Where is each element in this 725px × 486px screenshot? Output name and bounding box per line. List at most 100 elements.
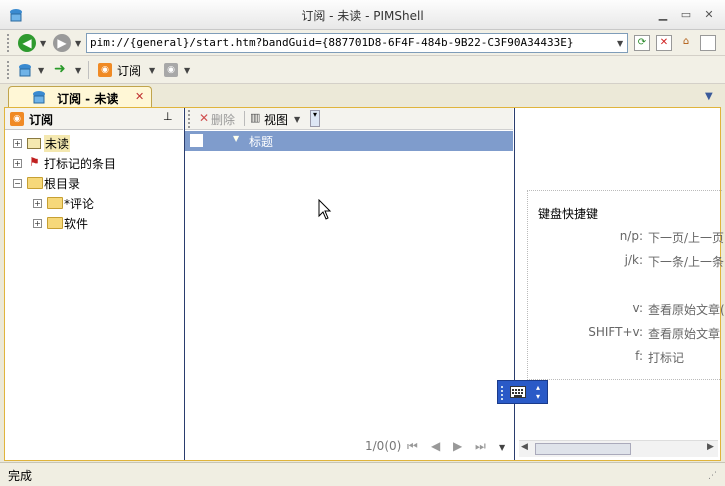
mouse-cursor-icon (318, 198, 332, 224)
scrollbar-thumb[interactable] (535, 443, 631, 455)
expand-icon[interactable]: + (13, 139, 22, 148)
select-all-checkbox[interactable] (190, 134, 203, 147)
list-header: ▼ 标题 (185, 131, 513, 151)
window-title: 订阅 - 未读 - PIMShell (301, 9, 424, 23)
title-bar: 订阅 - 未读 - PIMShell ▁ ▭ ✕ (0, 0, 725, 30)
forward-dropdown-icon[interactable]: ▼ (75, 39, 81, 48)
next-page-icon[interactable]: ▶ (453, 439, 462, 453)
preview-pane: 键盘快捷键 n/p: 下一页/上一页 j/k: 下一条/上一条 v: 查看原始文… (515, 108, 725, 460)
status-bar: 完成 ⋰ (0, 462, 725, 486)
folder-icon (47, 217, 63, 229)
pager: 1/0(0) ⏮ ◀ ▶ ⏭ ▼ (365, 437, 515, 457)
delete-button[interactable]: 删除 (211, 111, 235, 128)
last-page-icon[interactable]: ⏭ (475, 439, 486, 454)
toolbar-separator (88, 61, 89, 79)
expand-icon[interactable]: + (33, 219, 42, 228)
stop-icon[interactable]: ✕ (656, 35, 672, 51)
back-icon[interactable]: ◀ (18, 34, 36, 52)
prev-page-icon[interactable]: ◀ (431, 439, 440, 453)
tree-item-label: *评论 (64, 197, 95, 211)
content-panel: ◉ 订阅 ⊥ + 未读 + ⚑ 打标记的条目 − 根目录 + *评论 + 软件 (4, 107, 725, 461)
status-text: 完成 (8, 469, 33, 483)
rss-disabled-icon[interactable]: ◉ (164, 63, 178, 77)
shortcut-desc: 查看原始文章(在后 (648, 303, 725, 317)
shortcut-desc: 下一页/上一页 (648, 231, 725, 245)
resize-grip-icon[interactable]: ⋰ (708, 471, 717, 481)
address-input[interactable]: pim://{general}/start.htm?bandGuid={8877… (86, 33, 628, 53)
delete-icon[interactable]: ✕ (199, 111, 209, 125)
rss-icon: ◉ (10, 112, 24, 126)
close-window-button[interactable]: ✕ (702, 8, 716, 22)
toolbar-grip[interactable] (7, 34, 10, 52)
scroll-left-icon[interactable]: ◀ (521, 442, 528, 452)
address-dropdown-icon[interactable]: ▼ (617, 39, 623, 48)
shortcut-desc: 下一条/上一条 (648, 255, 725, 269)
tree-pane-title: 订阅 (29, 113, 54, 127)
shortcuts-box: 键盘快捷键 n/p: 下一页/上一页 j/k: 下一条/上一条 v: 查看原始文… (527, 190, 725, 380)
forward-icon[interactable]: ▶ (53, 34, 71, 52)
toolbar-overflow-icon[interactable]: ▾ (310, 110, 320, 127)
envelope-icon (27, 138, 41, 149)
sort-icon: ▼ (233, 134, 240, 143)
pager-status: 1/0(0) (365, 439, 402, 453)
shortcuts-heading: 键盘快捷键 (538, 207, 599, 221)
column-title-header[interactable]: 标题 (249, 133, 273, 150)
floating-keyboard-widget[interactable]: ▴ ▾ (497, 380, 548, 404)
widget-grip[interactable] (501, 386, 504, 400)
maximize-button[interactable]: ▭ (679, 8, 693, 22)
horizontal-scrollbar[interactable]: ◀ ▶ (519, 440, 718, 457)
item-list-pane: ✕ 删除 ▥ 视图 ▼ ▾ ▼ 标题 (185, 108, 515, 460)
pim-icon[interactable] (17, 62, 33, 78)
rss-icon[interactable]: ◉ (98, 63, 112, 77)
tree-item-label: 未读 (44, 135, 71, 152)
toolbar-grip[interactable] (7, 61, 10, 79)
address-bar: ◀ ▼ ▶ ▼ pim://{general}/start.htm?bandGu… (0, 30, 725, 56)
tab-strip: 订阅 - 未读 ✕ ▼ (0, 84, 725, 108)
subscribe-dropdown-icon[interactable]: ▼ (149, 66, 155, 75)
collapse-icon[interactable]: − (13, 179, 22, 188)
go-dropdown-icon[interactable]: ▼ (75, 66, 81, 75)
shortcut-desc: 打标记 (648, 351, 685, 365)
folder-icon (47, 197, 63, 209)
pager-dropdown-icon[interactable]: ▼ (499, 443, 505, 452)
tree-item-label: 软件 (64, 217, 89, 231)
tree-item-label: 根目录 (44, 177, 81, 191)
new-page-icon[interactable] (700, 35, 716, 51)
refresh-icon[interactable]: ⟳ (634, 35, 650, 51)
pin-icon[interactable]: ⊥ (163, 110, 173, 123)
tab-subscription-unread[interactable]: 订阅 - 未读 ✕ (8, 86, 152, 108)
tree-pane-header: ◉ 订阅 ⊥ (5, 108, 183, 130)
keyboard-icon[interactable] (510, 386, 526, 398)
list-toolbar: ✕ 删除 ▥ 视图 ▼ ▾ (185, 108, 513, 130)
shortcut-key: n/p: (619, 229, 643, 243)
toolbar-grip[interactable] (188, 110, 191, 128)
flag-icon: ⚑ (29, 155, 40, 169)
shortcut-key: v: (632, 301, 644, 315)
folder-icon (27, 177, 43, 189)
pim-icon (31, 89, 47, 105)
view-dropdown-icon[interactable]: ▼ (294, 115, 300, 124)
main-toolbar: ▼ ➜ ▼ ◉ 订阅 ▼ ◉ ▼ (0, 56, 725, 84)
back-dropdown-icon[interactable]: ▼ (40, 39, 46, 48)
expand-icon[interactable]: + (13, 159, 22, 168)
shortcut-desc: 查看原始文章 (648, 327, 721, 341)
tab-list-dropdown-icon[interactable]: ▼ (705, 91, 713, 102)
shortcut-key: j/k: (624, 253, 643, 267)
widget-dropdown-icon[interactable]: ▴ ▾ (536, 383, 540, 401)
subscribe-button[interactable]: 订阅 (117, 62, 141, 79)
minimize-button[interactable]: ▁ (656, 8, 670, 22)
view-icon[interactable]: ▥ (250, 111, 260, 124)
pim-dropdown-icon[interactable]: ▼ (38, 66, 44, 75)
rss-dropdown-icon[interactable]: ▼ (184, 66, 190, 75)
tree-item-label: 打标记的条目 (44, 157, 117, 171)
subscription-tree-pane: ◉ 订阅 ⊥ + 未读 + ⚑ 打标记的条目 − 根目录 + *评论 + 软件 (5, 108, 185, 460)
home-icon[interactable]: ⌂ (678, 35, 694, 51)
scroll-right-icon[interactable]: ▶ (707, 442, 714, 452)
tab-label: 订阅 - 未读 (57, 92, 119, 106)
view-button[interactable]: 视图 (264, 111, 288, 128)
tab-close-icon[interactable]: ✕ (135, 90, 144, 103)
shortcut-key: SHIFT+v: (588, 325, 643, 339)
go-arrow-icon[interactable]: ➜ (54, 61, 66, 77)
first-page-icon[interactable]: ⏮ (407, 439, 418, 454)
expand-icon[interactable]: + (33, 199, 42, 208)
